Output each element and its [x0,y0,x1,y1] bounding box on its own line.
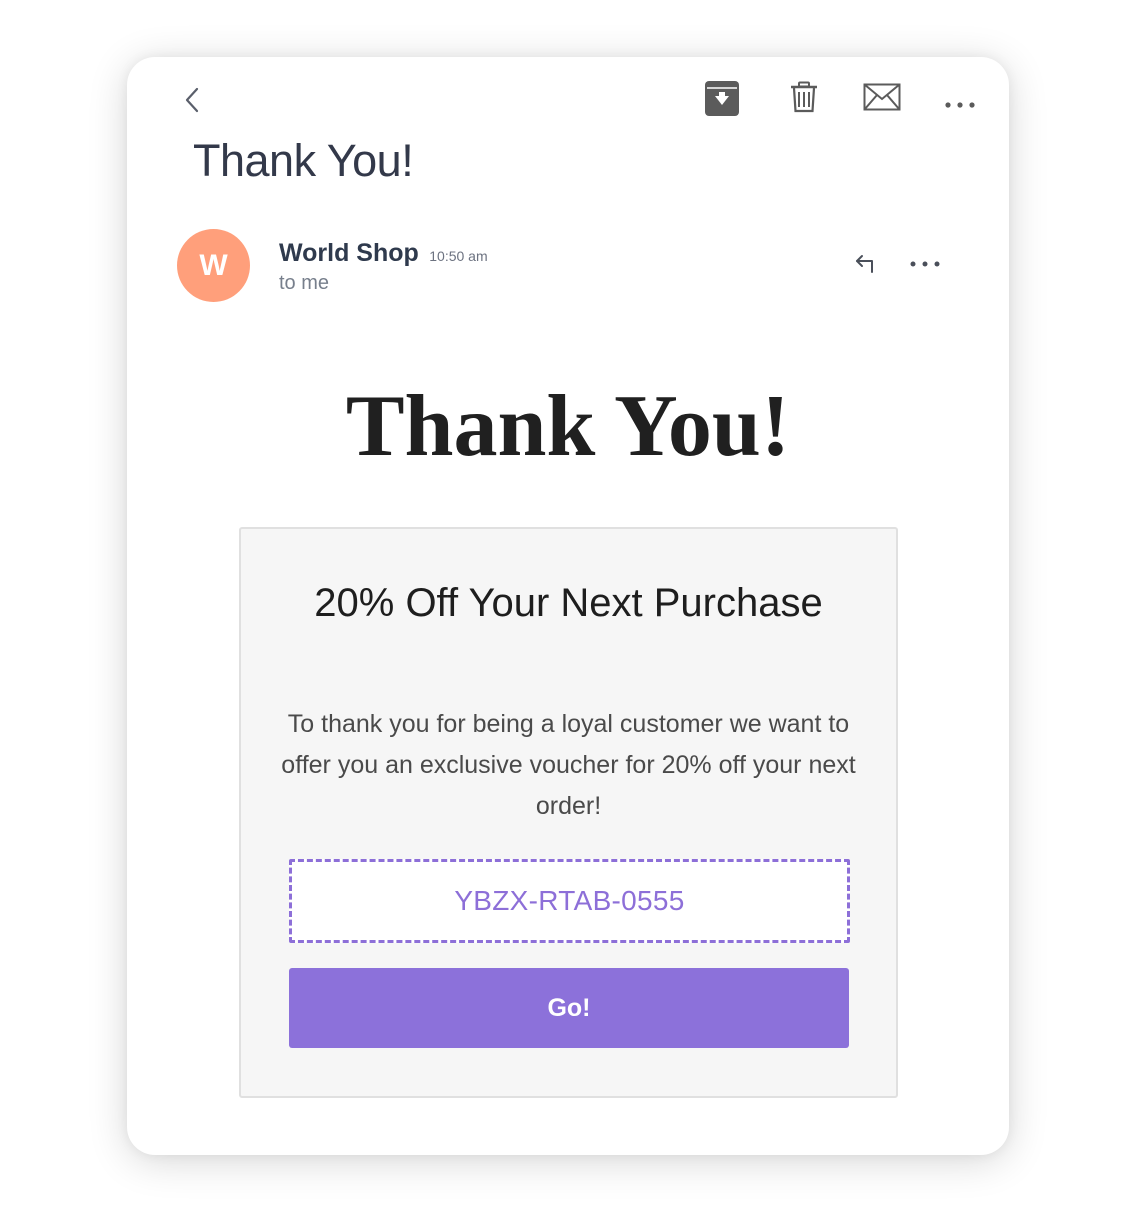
avatar: W [177,229,250,302]
voucher-code[interactable]: YBZX-RTAB-0555 [289,859,850,943]
more-horizontal-icon [945,102,975,108]
promo-text: To thank you for being a loyal customer … [281,710,856,820]
mark-unread-button[interactable] [860,79,904,115]
reply-icon [856,255,873,273]
archive-icon [705,80,739,116]
email-card: Thank You! W World Shop 10:50 am to me T… [127,57,1009,1155]
go-button[interactable]: Go! [289,968,849,1048]
email-time: 10:50 am [429,248,488,264]
promo-title: 20% Off Your Next Purchase [314,581,823,625]
chevron-left-icon [185,87,199,113]
delete-button[interactable] [785,77,823,117]
avatar-letter: W [199,248,228,282]
sender-name: World Shop [279,239,419,267]
email-body-heading: Thank You! [345,378,791,475]
back-button[interactable] [175,83,209,117]
archive-button[interactable] [701,77,743,119]
recipient: to me [279,272,330,294]
reply-button[interactable] [851,249,883,279]
email-subject: Thank You! [193,135,414,186]
envelope-icon [863,83,901,111]
promo-box: 20% Off Your Next Purchase To thank you … [239,527,898,1098]
sender-line: World Shop 10:50 am [279,239,488,268]
trash-icon [791,81,817,113]
message-more-button[interactable] [905,249,945,279]
more-horizontal-icon [910,261,940,267]
more-options-button[interactable] [935,87,985,123]
